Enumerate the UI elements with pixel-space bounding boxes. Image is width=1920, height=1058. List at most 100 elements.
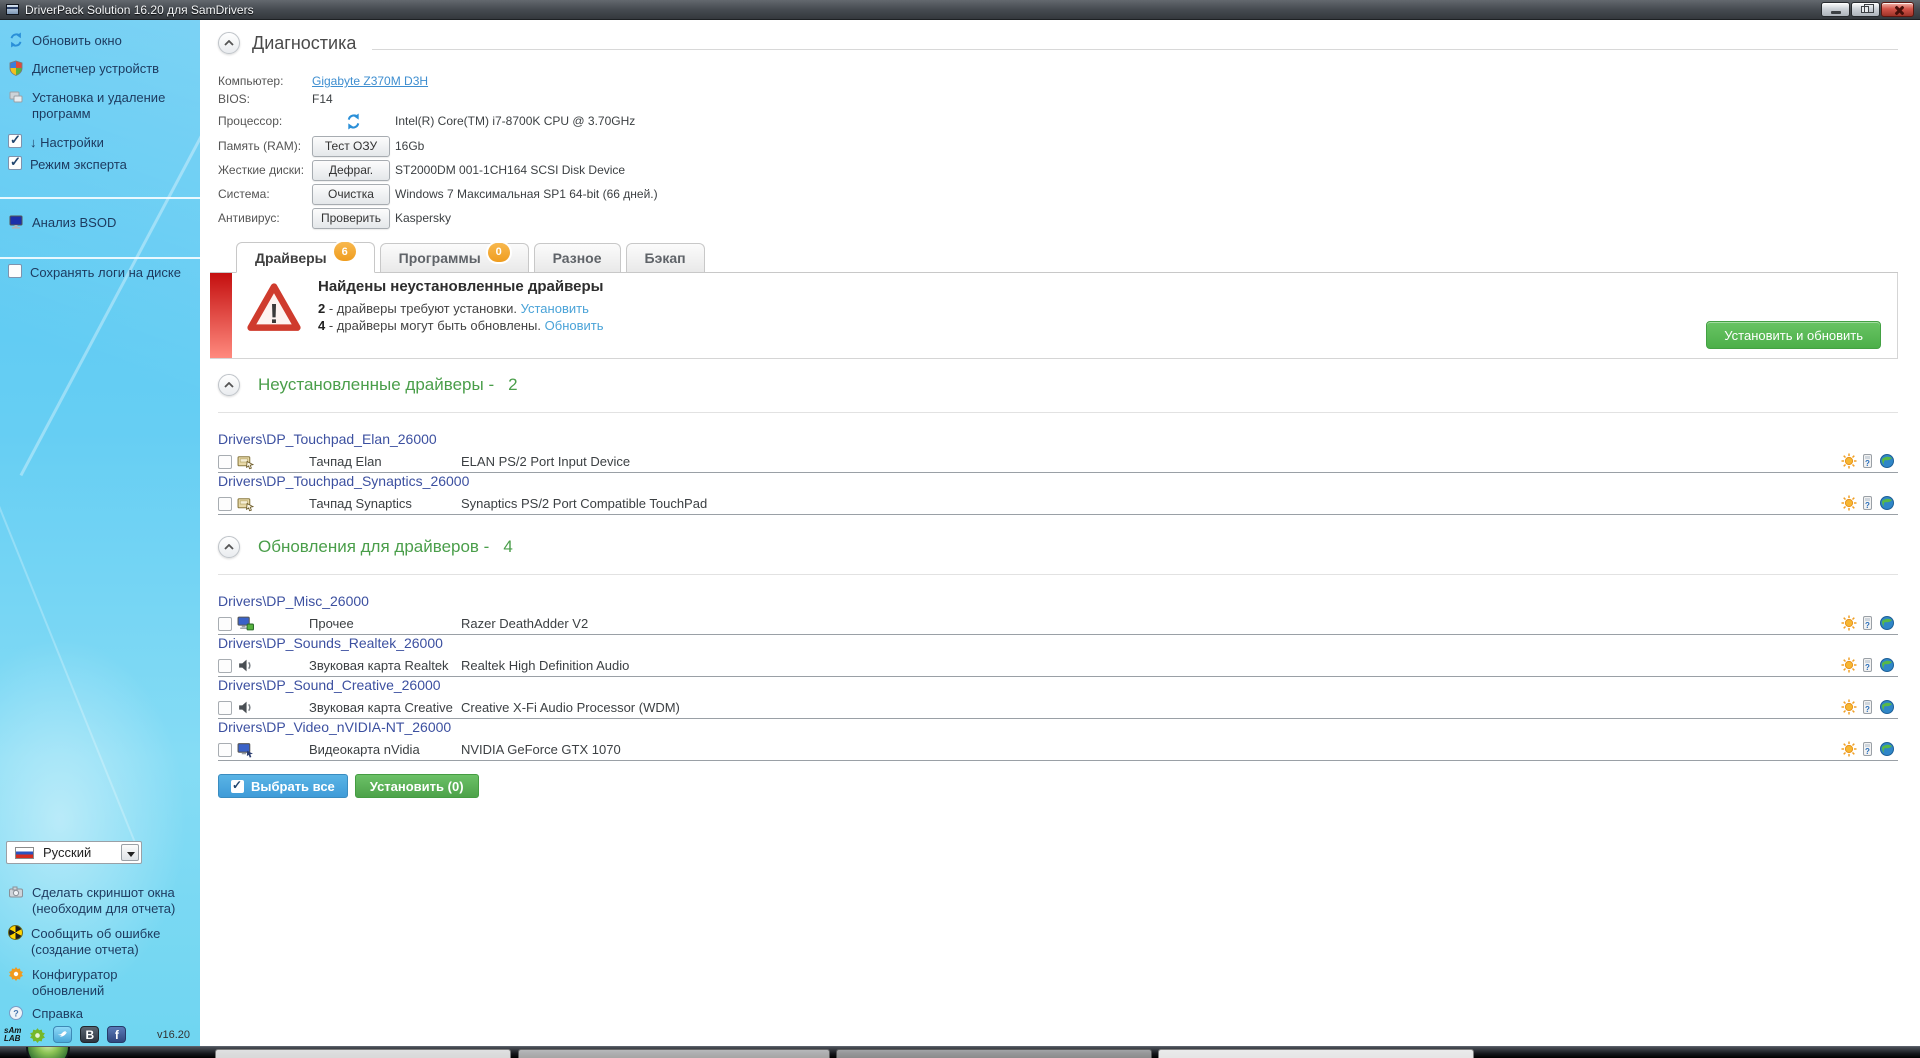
main-content: Диагностика Компьютер: Gigabyte Z370M D3… — [200, 20, 1920, 1046]
minimize-button[interactable] — [1821, 2, 1850, 17]
sidebar-expert-mode-toggle[interactable]: Режим эксперта — [0, 154, 200, 173]
tab-backup[interactable]: Бэкап — [625, 243, 705, 272]
sound-device-icon — [237, 699, 254, 716]
driver-path-link[interactable]: Drivers\DP_Sound_Creative_26000 — [218, 677, 1898, 697]
driver-web-icon[interactable] — [1879, 615, 1896, 632]
chevron-down-icon[interactable] — [121, 844, 139, 861]
antivirus-check-button[interactable]: Проверить — [312, 207, 390, 229]
sidebar-item-device-manager[interactable]: Диспетчер устройств — [0, 60, 200, 77]
install-selected-button[interactable]: Установить (0) — [354, 774, 479, 798]
defrag-button[interactable]: Дефраг. — [312, 159, 390, 181]
sidebar-item-update-configurator[interactable]: Конфигуратор обновлений — [0, 966, 200, 1000]
programs-icon — [8, 89, 24, 105]
alert-title: Найдены неустановленные драйверы — [318, 278, 604, 295]
driver-section: Обновления для драйверов - 4 Drivers\DP_… — [218, 534, 1898, 761]
taskbar-button[interactable] — [215, 1049, 511, 1058]
facebook-icon[interactable]: f — [107, 1026, 127, 1043]
tab-drivers[interactable]: Драйверы 6 — [236, 242, 375, 273]
install-link[interactable]: Установить — [521, 301, 589, 316]
taskbar-button[interactable] — [836, 1049, 1152, 1058]
cpu-refresh-icon[interactable] — [312, 112, 395, 130]
start-button[interactable] — [26, 1047, 70, 1058]
driver-path-link[interactable]: Drivers\DP_Sounds_Realtek_26000 — [218, 635, 1898, 655]
settings-checkbox[interactable] — [8, 132, 22, 148]
sidebar-item-report-error[interactable]: Сообщить об ошибке (создание отчета) — [0, 925, 200, 959]
driver-web-icon[interactable] — [1879, 657, 1896, 674]
antivirus-value: Kaspersky — [395, 211, 452, 225]
cleanup-button[interactable]: Очистка — [312, 183, 390, 205]
section-title: Неустановленные драйверы - — [258, 375, 495, 394]
sidebar-item-refresh-window[interactable]: Обновить окно — [0, 32, 200, 49]
driver-info-icon[interactable]: ? — [1860, 699, 1877, 716]
os-value: Windows 7 Максимальная SP1 64-bit (66 дн… — [395, 187, 658, 201]
update-link[interactable]: Обновить — [545, 318, 604, 333]
driver-info-icon[interactable]: ? — [1860, 495, 1877, 512]
expert-mode-checkbox[interactable] — [8, 154, 22, 171]
driver-info-icon[interactable]: ? — [1860, 741, 1877, 758]
driver-checkbox[interactable] — [218, 742, 232, 757]
section-divider — [218, 412, 1898, 413]
driver-update-sun-icon[interactable] — [1841, 495, 1858, 512]
samlab-logo[interactable]: sAm LAB — [4, 1026, 21, 1043]
driver-checkbox[interactable] — [218, 454, 232, 469]
driver-info-icon[interactable]: ? — [1860, 657, 1877, 674]
sidebar-save-logs-toggle[interactable]: Сохранять логи на диске — [0, 264, 200, 281]
save-logs-checkbox[interactable] — [8, 264, 22, 278]
driver-name: Звуковая карта Realtek — [309, 658, 449, 673]
sidebar-item-label: Диспетчер устройств — [32, 61, 160, 77]
antivirus-label: Антивирус: — [218, 211, 280, 225]
collapse-section-button[interactable] — [218, 536, 240, 558]
driver-update-sun-icon[interactable] — [1841, 699, 1858, 716]
driver-update-sun-icon[interactable] — [1841, 453, 1858, 470]
svg-text:?: ? — [13, 1009, 19, 1019]
samdrivers-gear-icon[interactable] — [29, 1027, 46, 1043]
driver-path-link[interactable]: Drivers\DP_Touchpad_Synaptics_26000 — [218, 473, 1898, 493]
section-count: 4 — [503, 537, 513, 556]
driver-info-icon[interactable]: ? — [1860, 453, 1877, 470]
driver-web-icon[interactable] — [1879, 699, 1896, 716]
header-rule — [372, 36, 1898, 50]
bios-value: F14 — [312, 92, 333, 106]
driver-path-link[interactable]: Drivers\DP_Misc_26000 — [218, 593, 1898, 613]
driver-update-sun-icon[interactable] — [1841, 741, 1858, 758]
motherboard-link[interactable]: Gigabyte Z370M D3H — [312, 74, 428, 88]
sidebar-settings-toggle[interactable]: ↓ Настройки — [0, 132, 200, 151]
sidebar-item-bsod-analysis[interactable]: Анализ BSOD — [0, 214, 200, 231]
driver-checkbox[interactable] — [218, 496, 232, 511]
tab-misc[interactable]: Разное — [533, 243, 621, 272]
driver-update-sun-icon[interactable] — [1841, 615, 1858, 632]
language-value: Русский — [43, 845, 92, 860]
driver-path-link[interactable]: Drivers\DP_Video_nVIDIA-NT_26000 — [218, 719, 1898, 739]
collapse-section-button[interactable] — [218, 374, 240, 396]
install-and-update-button[interactable]: Установить и обновить — [1706, 321, 1881, 349]
collapse-diagnostics-button[interactable] — [218, 32, 240, 54]
driver-web-icon[interactable] — [1879, 741, 1896, 758]
driver-web-icon[interactable] — [1879, 453, 1896, 470]
app-version: v16.20 — [156, 1028, 190, 1041]
cpu-value: Intel(R) Core(TM) i7-8700K CPU @ 3.70GHz — [395, 114, 636, 128]
twitter-icon[interactable] — [53, 1026, 73, 1043]
sidebar-item-add-remove-programs[interactable]: Установка и удаление программ — [0, 89, 200, 123]
driver-path-link[interactable]: Drivers\DP_Touchpad_Elan_26000 — [218, 431, 1898, 451]
driver-checkbox[interactable] — [218, 700, 232, 715]
taskbar-button[interactable] — [518, 1049, 830, 1058]
restore-button[interactable] — [1851, 2, 1880, 17]
driver-checkbox[interactable] — [218, 616, 232, 631]
sidebar-item-help[interactable]: ? Справка — [0, 1005, 200, 1022]
taskbar-button[interactable] — [1158, 1049, 1474, 1058]
vk-icon[interactable]: B — [80, 1026, 100, 1043]
sidebar-item-screenshot[interactable]: Сделать скриншот окна (необходим для отч… — [0, 884, 200, 918]
tab-programs[interactable]: Программы 0 — [379, 242, 529, 272]
ram-test-button[interactable]: Тест ОЗУ — [312, 135, 390, 157]
language-selector[interactable]: Русский — [6, 841, 142, 864]
driver-web-icon[interactable] — [1879, 495, 1896, 512]
driver-block: Drivers\DP_Sounds_Realtek_26000 Звуковая… — [218, 635, 1898, 677]
touchpad-device-icon — [237, 495, 255, 512]
driver-update-sun-icon[interactable] — [1841, 657, 1858, 674]
driver-row: Прочее Razer DeathAdder V2 ? — [218, 613, 1898, 635]
svg-text:?: ? — [1865, 663, 1870, 672]
close-button[interactable] — [1881, 2, 1914, 17]
driver-info-icon[interactable]: ? — [1860, 615, 1877, 632]
select-all-button[interactable]: Выбрать все — [218, 774, 348, 798]
driver-checkbox[interactable] — [218, 658, 232, 673]
